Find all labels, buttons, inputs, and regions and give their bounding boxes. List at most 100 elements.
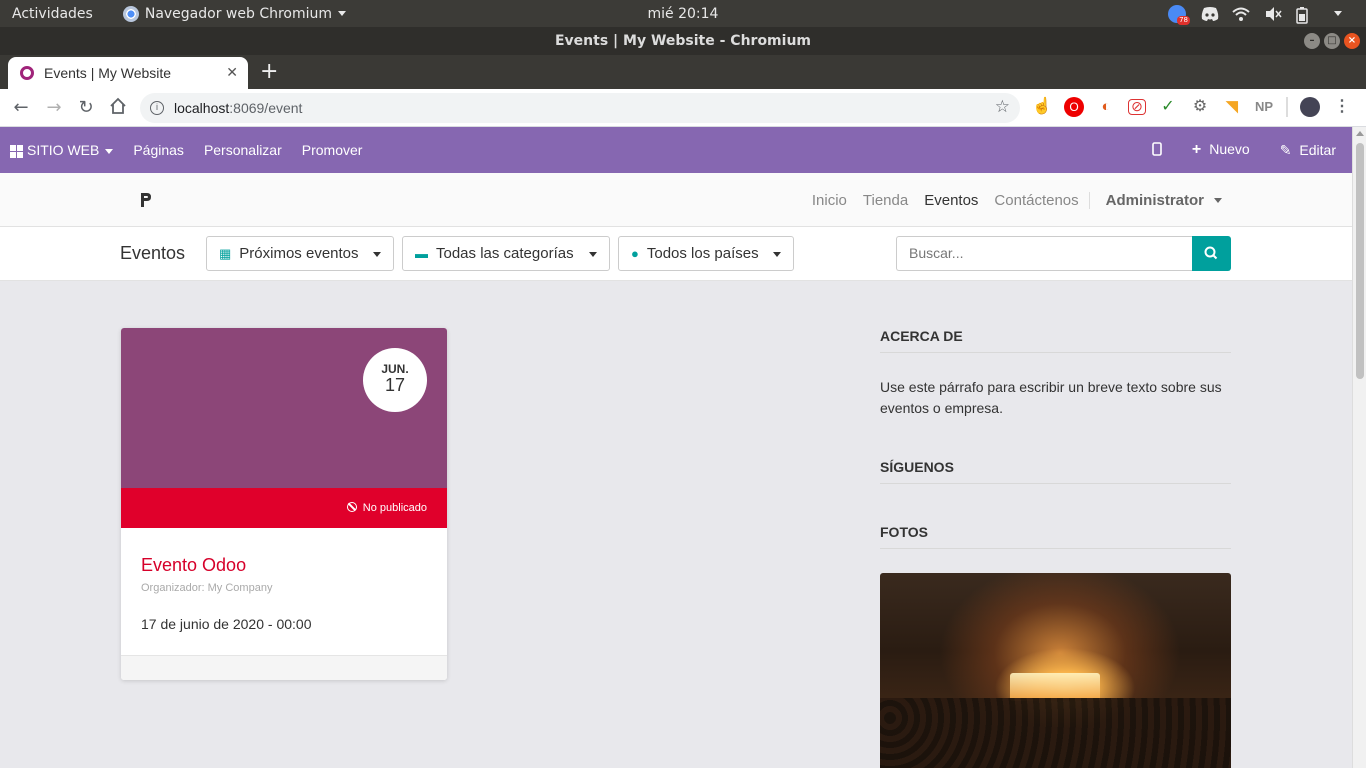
page-title: Eventos <box>120 243 186 263</box>
plus-icon: + <box>1191 141 1202 158</box>
nuevo-label: Nuevo <box>1209 141 1250 157</box>
apps-grid-icon <box>10 144 23 158</box>
editar-button[interactable]: ✎ Editar <box>1280 142 1336 159</box>
site-nav: Inicio Tienda Eventos Contáctenos Admini… <box>804 173 1222 227</box>
home-icon[interactable] <box>107 97 129 119</box>
unpublished-ribbon: No publicado <box>121 488 447 528</box>
vector-icon[interactable]: ✓ <box>1158 97 1178 117</box>
country-filter-label: Todos los países <box>646 245 759 262</box>
tab-title: Events | My Website <box>44 65 172 81</box>
search-input[interactable]: Buscar... <box>896 236 1193 271</box>
chevron-down-icon <box>773 252 781 257</box>
system-tray: 78 <box>1168 0 1366 27</box>
pdf-icon[interactable]: ⊘ <box>1128 99 1146 115</box>
site-info-icon[interactable]: i <box>150 101 164 115</box>
forward-icon[interactable]: → <box>43 97 65 119</box>
country-filter-dropdown[interactable]: ● Todos los países <box>618 236 794 271</box>
extensions-bar: ☝ O ◐ ⊘ ✓ ⚙ ◥ NP ⋮ <box>1032 97 1352 117</box>
battery-icon[interactable] <box>1296 6 1314 24</box>
site-header: Inicio Tienda Eventos Contáctenos Admini… <box>0 173 1352 227</box>
event-card[interactable]: JUN. 17 No publicado Evento Odoo Organiz… <box>121 328 447 680</box>
chevron-down-icon <box>373 252 381 257</box>
opera-icon[interactable]: O <box>1064 97 1084 117</box>
back-icon[interactable]: ← <box>10 97 32 119</box>
paginas-menu[interactable]: Páginas <box>133 142 184 158</box>
app-menu[interactable]: Navegador web Chromium <box>122 5 347 22</box>
about-text: Use este párrafo para escribir un breve … <box>880 379 1222 416</box>
search-button[interactable] <box>1192 236 1231 271</box>
nav-tienda[interactable]: Tienda <box>855 192 916 209</box>
date-filter-dropdown[interactable]: ▦ Próximos eventos <box>206 236 394 271</box>
update-badge-count: 78 <box>1177 15 1190 25</box>
touch-icon[interactable]: ☝ <box>1032 97 1052 117</box>
scrollbar-thumb[interactable] <box>1356 143 1364 379</box>
card-footer <box>121 655 447 680</box>
photos-heading: FOTOS <box>880 524 1231 549</box>
date-badge: JUN. 17 <box>363 348 427 412</box>
nuevo-button[interactable]: + Nuevo <box>1192 141 1250 159</box>
sitio-web-label: SITIO WEB <box>27 142 100 158</box>
editar-label: Editar <box>1299 141 1336 158</box>
event-title[interactable]: Evento Odoo <box>141 555 246 576</box>
mobile-preview-icon[interactable] <box>1152 141 1162 159</box>
chevron-down-icon <box>1214 198 1222 204</box>
map-marker-icon: ● <box>631 246 639 261</box>
personalizar-menu[interactable]: Personalizar <box>204 142 282 158</box>
avatar-icon[interactable] <box>1300 97 1320 117</box>
category-filter-dropdown[interactable]: ▬ Todas las categorías <box>402 236 610 271</box>
system-clock[interactable]: mié 20:14 <box>648 6 719 22</box>
odoo-edit-bar: SITIO WEB Páginas Personalizar Promover … <box>0 127 1352 173</box>
page-scrollbar[interactable] <box>1352 127 1366 768</box>
close-window-icon[interactable]: × <box>1344 33 1360 49</box>
chevron-down-icon <box>338 11 347 16</box>
rss-icon[interactable]: ◥ <box>1222 97 1242 117</box>
folder-icon: ▬ <box>415 246 428 261</box>
app-menu-label: Navegador web Chromium <box>144 5 333 22</box>
browser-tab[interactable]: Events | My Website ✕ <box>8 57 248 89</box>
search-icon <box>1204 246 1218 260</box>
discord-icon[interactable] <box>1200 6 1219 22</box>
tab-strip: Events | My Website ✕ + <box>0 55 1366 89</box>
stage-lights <box>1010 673 1100 701</box>
minimize-icon[interactable]: – <box>1304 33 1320 49</box>
wifi-icon[interactable] <box>1232 6 1250 22</box>
status-label: No publicado <box>362 502 427 514</box>
chromium-icon <box>122 5 139 22</box>
separator <box>1286 97 1288 117</box>
window-controls: – □ × <box>1304 33 1360 49</box>
site-logo[interactable] <box>140 192 152 208</box>
np-icon[interactable]: NP <box>1254 97 1274 117</box>
category-filter-label: Todas las categorías <box>436 245 574 262</box>
new-tab-icon[interactable]: + <box>260 59 278 84</box>
close-tab-icon[interactable]: ✕ <box>226 64 238 81</box>
sitio-web-menu[interactable]: SITIO WEB <box>10 142 114 158</box>
nav-eventos[interactable]: Eventos <box>916 192 986 209</box>
nav-contactenos[interactable]: Contáctenos <box>986 192 1086 209</box>
scroll-up-icon[interactable] <box>1356 131 1364 136</box>
ban-icon <box>346 502 357 512</box>
activities-button[interactable]: Actividades <box>12 6 93 22</box>
menu-kebab-icon[interactable]: ⋮ <box>1332 97 1352 117</box>
date-filter-label: Próximos eventos <box>239 245 359 262</box>
pencil-icon: ✎ <box>1279 141 1292 158</box>
window-title: Events | My Website - Chromium <box>0 27 1366 55</box>
address-bar[interactable]: i localhost:8069/event ☆ <box>140 93 1020 123</box>
maximize-icon[interactable]: □ <box>1324 33 1340 49</box>
url-host: localhost <box>174 100 230 116</box>
url-path: :8069/event <box>229 100 303 116</box>
gear-icon[interactable]: ⚙ <box>1190 97 1210 117</box>
event-datetime: 17 de junio de 2020 - 00:00 <box>141 616 312 632</box>
reload-icon[interactable]: ↻ <box>75 97 97 119</box>
volume-icon[interactable] <box>1264 6 1282 22</box>
fire-icon[interactable]: ◐ <box>1096 97 1116 117</box>
user-menu[interactable]: Administrator <box>1088 191 1222 209</box>
promover-menu[interactable]: Promover <box>302 142 363 158</box>
bookmark-star-icon[interactable]: ☆ <box>995 97 1010 117</box>
chevron-down-icon[interactable] <box>1334 11 1342 16</box>
calendar-icon: ▦ <box>219 245 232 261</box>
update-badge-icon[interactable]: 78 <box>1168 4 1190 25</box>
nav-inicio[interactable]: Inicio <box>804 192 855 209</box>
event-organizer: Organizador: My Company <box>141 582 273 594</box>
chevron-down-icon <box>105 148 114 154</box>
follow-heading: SÍGUENOS <box>880 459 1231 484</box>
